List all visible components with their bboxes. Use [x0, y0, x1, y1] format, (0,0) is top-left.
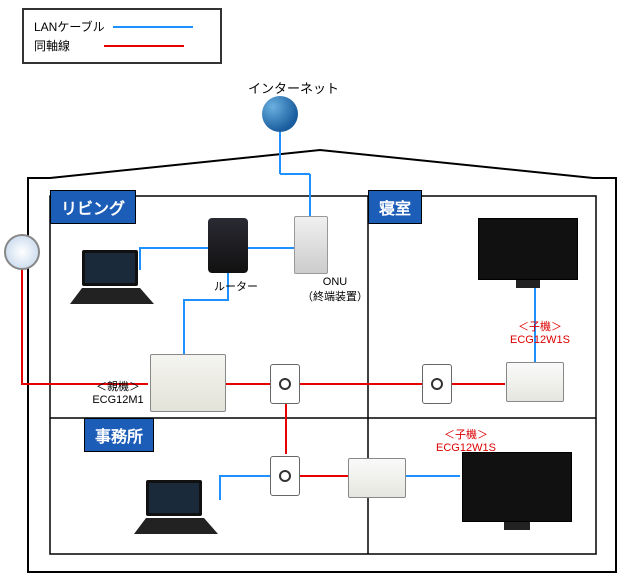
laptop-living-icon	[62, 248, 162, 308]
child-bedroom-title: ＜子機＞	[518, 321, 562, 333]
child-office-title: ＜子機＞	[444, 429, 488, 441]
child-device-office-icon	[348, 458, 406, 498]
child-bedroom-model: ECG12W1S	[510, 334, 570, 346]
room-label-office: 事務所	[84, 418, 154, 452]
room-label-living: リビング	[50, 190, 136, 224]
room-label-bedroom: 寝室	[368, 190, 422, 224]
wallplate-bedroom	[422, 364, 452, 404]
router-icon	[208, 218, 248, 273]
laptop-office-icon	[126, 478, 226, 538]
network-diagram: LANケーブル 同軸線 インターネット	[0, 0, 642, 581]
tv-office-icon	[462, 452, 572, 522]
onu-sublabel: （終端装置）	[302, 291, 368, 303]
tv-bedroom-icon	[478, 218, 578, 280]
tv-office-stand	[504, 522, 530, 530]
parent-title: ＜親機＞	[96, 381, 140, 393]
wallplate-living	[270, 364, 300, 404]
parent-device-icon	[150, 354, 226, 412]
child-device-bedroom-icon	[506, 362, 564, 402]
wallplate-office	[270, 456, 300, 496]
onu-icon	[294, 216, 328, 274]
tv-bedroom-stand	[516, 280, 540, 288]
onu-label: ONU	[323, 276, 347, 288]
parent-model: ECG12M1	[92, 394, 143, 406]
satellite-dish-icon	[4, 234, 40, 270]
router-label: ルーター	[214, 278, 258, 294]
